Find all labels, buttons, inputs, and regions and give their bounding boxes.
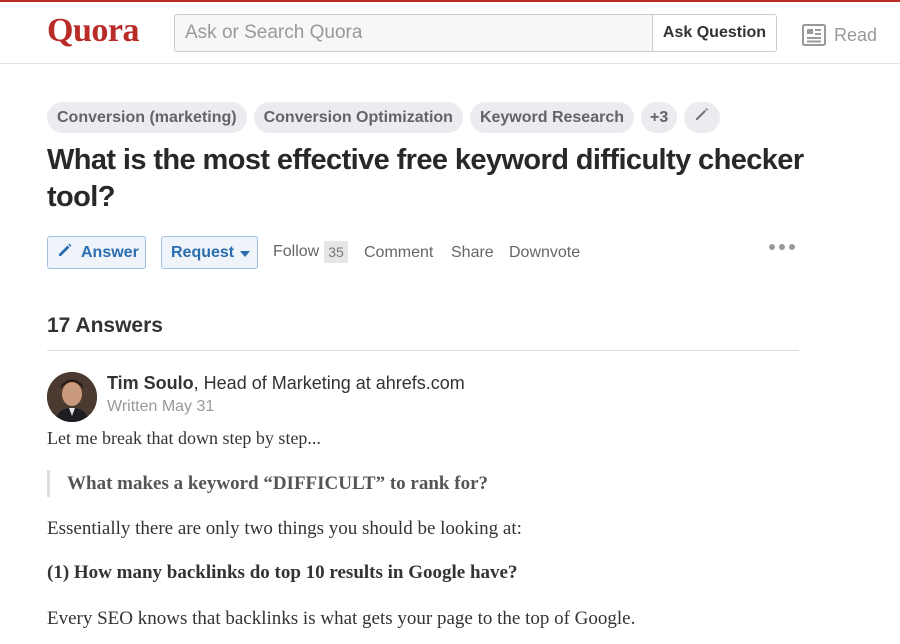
question-topics: Conversion (marketing) Conversion Optimi…: [47, 102, 721, 133]
answers-count-heading: 17 Answers: [47, 314, 163, 337]
author-name[interactable]: Tim Soulo: [107, 373, 194, 393]
request-button[interactable]: Request: [161, 236, 258, 269]
answer-paragraph: Essentially there are only two things yo…: [47, 518, 522, 539]
author-line: Tim Soulo, Head of Marketing at ahrefs.c…: [107, 373, 465, 394]
answer-button[interactable]: Answer: [47, 236, 146, 269]
author-credential: , Head of Marketing at ahrefs.com: [193, 373, 465, 393]
question-title: What is the most effective free keyword …: [47, 144, 804, 213]
answer-blockquote: What makes a keyword “DIFFICULT” to rank…: [47, 470, 488, 497]
answer-button-label: Answer: [81, 243, 139, 261]
pencil-icon: [694, 102, 710, 133]
answer-date[interactable]: Written May 31: [107, 398, 214, 416]
read-nav-item[interactable]: Read: [802, 22, 877, 48]
top-navigation-bar: Quora Ask Question Read: [0, 0, 900, 64]
edit-topics-button[interactable]: [684, 102, 721, 133]
answer-paragraph: Let me break that down step by step...: [47, 428, 321, 448]
caret-down-icon: [240, 250, 251, 257]
pencil-icon: [57, 242, 73, 263]
newspaper-icon: [802, 24, 826, 46]
follow-button[interactable]: Follow 35: [273, 241, 348, 263]
share-button[interactable]: Share: [451, 244, 494, 262]
topic-chip-conversion-optimization[interactable]: Conversion Optimization: [253, 102, 463, 133]
more-dots-icon[interactable]: [769, 244, 795, 250]
downvote-button[interactable]: Downvote: [509, 244, 580, 262]
question-action-bar: Answer Request Follow 35 Comment Share D…: [47, 236, 800, 270]
answer-subheading: (1) How many backlinks do top 10 results…: [47, 562, 518, 583]
request-button-label: Request: [171, 243, 235, 261]
more-topics-chip[interactable]: +3: [641, 102, 678, 133]
answers-divider: [47, 350, 799, 351]
follow-count-badge: 35: [324, 241, 348, 263]
quora-logo[interactable]: Quora: [47, 12, 139, 50]
author-avatar[interactable]: [47, 372, 97, 422]
topic-chip-keyword-research[interactable]: Keyword Research: [469, 102, 634, 133]
topic-chip-conversion-marketing[interactable]: Conversion (marketing): [47, 102, 247, 133]
read-label: Read: [834, 24, 878, 45]
follow-label: Follow: [273, 243, 320, 260]
answer-paragraph: Every SEO knows that backlinks is what g…: [47, 608, 636, 629]
ask-question-button[interactable]: Ask Question: [652, 14, 777, 52]
comment-button[interactable]: Comment: [364, 244, 433, 262]
search-input[interactable]: [174, 14, 653, 52]
